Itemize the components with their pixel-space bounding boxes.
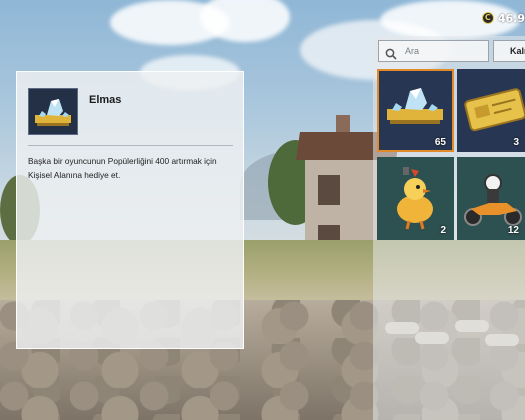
inventory-item-diamond[interactable]: 65: [377, 69, 454, 152]
item-thumbnail: [28, 88, 78, 135]
currency-display: C 46.9: [481, 8, 525, 28]
item-count: 2: [440, 225, 446, 236]
item-description: Başka bir oyuncunun Popülerliğini 400 ar…: [28, 156, 217, 180]
item-count: 12: [507, 225, 519, 236]
search-input[interactable]: Ara: [378, 40, 489, 62]
search-placeholder: Ara: [405, 46, 420, 56]
item-detail-panel: Elmas Başka bir oyuncunun Popülerliğini …: [16, 71, 244, 349]
currency-value: 46.9: [497, 11, 525, 25]
inventory-item-chicken-emote[interactable]: 2: [377, 157, 454, 240]
item-count: 3: [513, 137, 519, 148]
house-window: [318, 175, 340, 205]
item-count: 65: [434, 137, 446, 148]
filter-button[interactable]: Kalı: [493, 40, 525, 62]
inventory-item-gold-card[interactable]: 3: [457, 69, 525, 152]
diamond-icon: [35, 99, 71, 126]
search-icon: [385, 45, 397, 60]
coin-icon: C: [481, 12, 494, 24]
inventory-item-motorbike-rider[interactable]: 12: [457, 157, 525, 240]
divider: [28, 145, 233, 146]
item-name: Elmas: [89, 94, 122, 106]
